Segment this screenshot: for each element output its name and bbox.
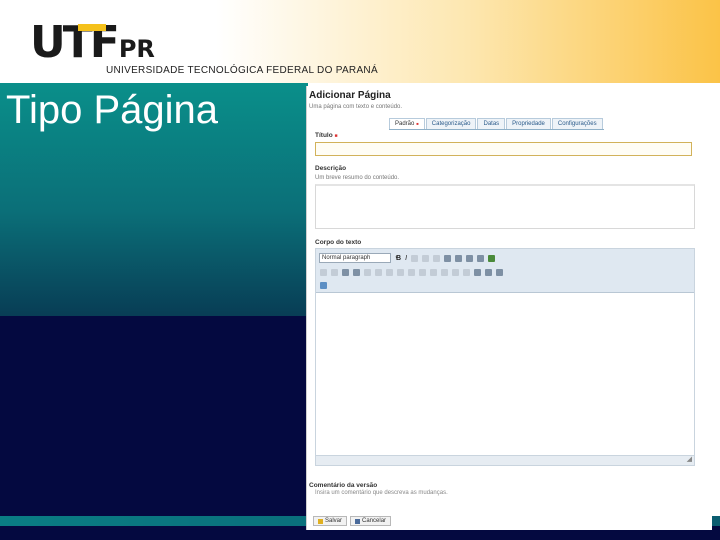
unlink-icon[interactable] [364, 269, 371, 276]
version-comment-help: Insira um comentário que descreva as mud… [315, 490, 448, 496]
utfpr-logo: UTF PR [30, 21, 155, 65]
form-subheading: Uma página com texto e conteúdo. [309, 104, 403, 110]
university-name: UNIVERSIDADE TECNOLÓGICA FEDERAL DO PARA… [106, 65, 378, 76]
align-right-icon[interactable] [433, 255, 441, 262]
outdent-icon[interactable] [466, 255, 474, 262]
tab-dates[interactable]: Datas [477, 118, 506, 129]
link-icon[interactable] [353, 269, 360, 276]
paragraph-format-select[interactable]: Normal paragraph ▾ [319, 253, 398, 263]
save-button[interactable]: Salvar [313, 516, 348, 526]
cancel-button-label: Cancelar [362, 518, 387, 524]
tab-ownership[interactable]: Propriedade [506, 118, 551, 129]
bullet-list-icon[interactable] [444, 255, 452, 262]
redo-icon[interactable] [331, 269, 338, 276]
form-heading: Adicionar Página [309, 90, 391, 101]
subscript-icon[interactable] [386, 269, 393, 276]
title-label-text: Título [315, 132, 333, 139]
anchor-icon[interactable] [342, 269, 349, 276]
search-icon[interactable] [474, 269, 481, 276]
save-icon [318, 518, 323, 524]
cancel-button[interactable]: Cancelar [350, 516, 392, 526]
save-button-label: Salvar [325, 518, 343, 524]
align-left-icon[interactable] [411, 255, 419, 262]
description-textarea[interactable] [315, 184, 695, 229]
numbered-list-icon[interactable] [455, 255, 463, 262]
toolbar-row-3 [320, 282, 327, 289]
navy-background-panel [0, 316, 308, 540]
fullscreen-icon[interactable] [320, 282, 327, 289]
title-input[interactable] [315, 142, 692, 156]
remove-format-icon[interactable] [430, 269, 437, 276]
version-comment-label: Comentário da versão [309, 482, 378, 489]
description-label: Descrição [315, 165, 347, 172]
tab-settings[interactable]: Configurações [551, 118, 603, 129]
description-help: Um breve resumo do conteúdo. [315, 175, 400, 181]
required-marker: ■ [334, 133, 338, 139]
editor-statusbar [316, 455, 694, 465]
paragraph-format-value: Normal paragraph [322, 255, 371, 261]
form-tabs: Padrão Categorização Datas Propriedade C… [389, 118, 604, 130]
body-text-label: Corpo do texto [315, 239, 362, 246]
bold-button[interactable]: B [396, 255, 401, 262]
toolbar-row-2 [320, 269, 503, 276]
form-actions: Salvar Cancelar [313, 516, 392, 526]
slide-header: UTF PR UNIVERSIDADE TECNOLÓGICA FEDERAL … [0, 0, 720, 83]
char-map-icon[interactable] [419, 269, 426, 276]
superscript-icon[interactable] [397, 269, 404, 276]
tab-categorization[interactable]: Categorização [425, 118, 477, 129]
style-icon[interactable] [441, 269, 448, 276]
undo-icon[interactable] [320, 269, 327, 276]
spellcheck-icon[interactable] [485, 269, 492, 276]
cell-props-icon[interactable] [463, 269, 470, 276]
tab-default[interactable]: Padrão [389, 118, 425, 129]
resize-grip-icon[interactable]: ◢ [687, 455, 692, 463]
logo-pr-text: PR [118, 35, 155, 63]
table-props-icon[interactable] [452, 269, 459, 276]
rich-text-editor[interactable]: Normal paragraph ▾ B I ◢ [315, 248, 695, 466]
align-center-icon[interactable] [422, 255, 430, 262]
editor-toolbar: Normal paragraph ▾ B I [316, 249, 694, 293]
add-page-form: Adicionar Página Uma página com texto e … [306, 86, 712, 530]
slide-title: Tipo Página [6, 88, 218, 132]
insert-image-icon[interactable] [488, 255, 496, 262]
cancel-icon [355, 518, 361, 524]
italic-button[interactable]: I [405, 255, 407, 262]
table-icon[interactable] [375, 269, 382, 276]
toolbar-row-1: B I [396, 255, 496, 262]
title-label: Título ■ [315, 132, 338, 139]
indent-icon[interactable] [477, 255, 485, 262]
logo-accent-bar [78, 24, 106, 31]
code-icon[interactable] [496, 269, 503, 276]
horizontal-rule-icon[interactable] [408, 269, 415, 276]
